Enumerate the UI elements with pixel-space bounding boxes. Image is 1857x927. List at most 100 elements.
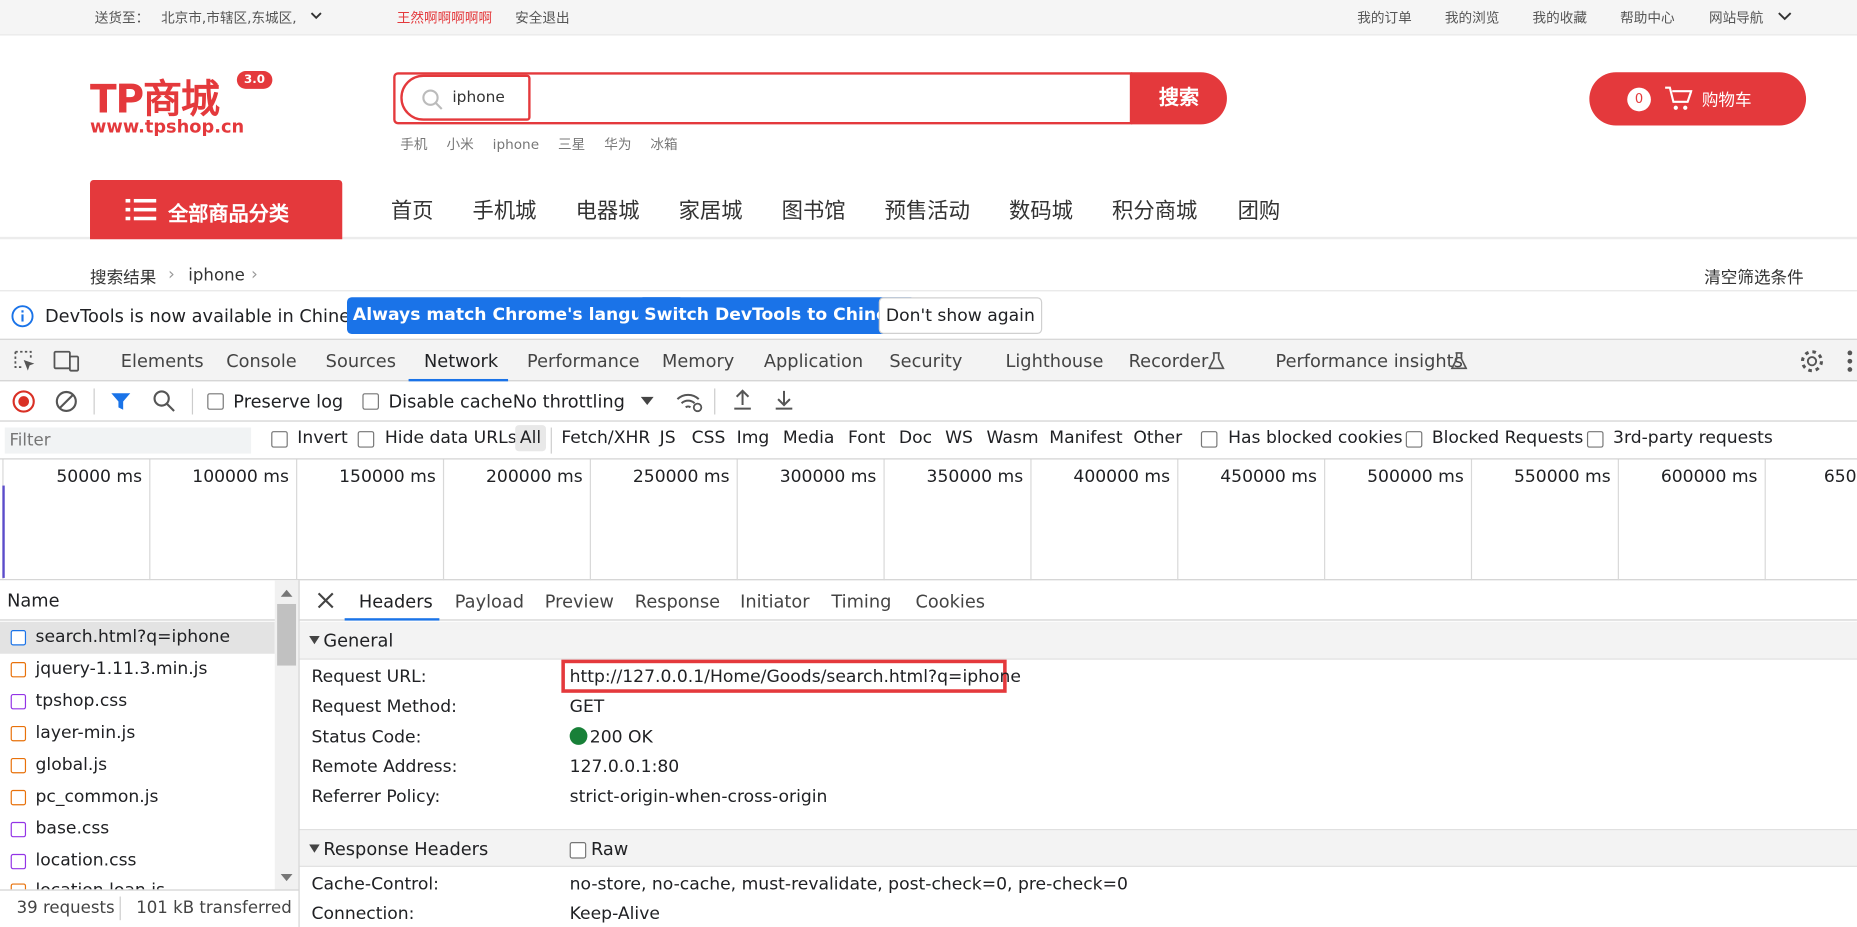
tab-performance-insights[interactable]: Performance insights [1275,351,1462,372]
tab-recorder[interactable]: Recorder [1129,351,1209,372]
cart-button[interactable]: 0 购物车 [1589,72,1807,126]
request-row[interactable]: search.html?q=iphone [0,621,275,654]
close-icon[interactable] [317,592,334,609]
network-overview-timeline[interactable]: 50000 ms 100000 ms 150000 ms 200000 ms 2… [0,459,1857,581]
tab-security[interactable]: Security [889,351,962,372]
request-row[interactable]: global.js [0,750,275,782]
clear-icon[interactable] [54,390,78,414]
blocked-cookies-checkbox[interactable] [1200,431,1218,448]
request-row[interactable]: location.css [0,846,275,878]
type-filter-font[interactable]: Font [848,429,885,448]
my-orders-link[interactable]: 我的订单 [1357,8,1411,27]
tab-console[interactable]: Console [226,351,297,372]
detail-tab-timing[interactable]: Timing [831,591,891,612]
match-language-button[interactable]: Always match Chrome's language [346,297,685,334]
device-toolbar-icon[interactable] [53,349,80,373]
nav-books[interactable]: 图书馆 [782,194,846,225]
dropdown-arrow-icon[interactable] [640,396,654,406]
logout-link[interactable]: 安全退出 [515,8,569,27]
nav-points-mall[interactable]: 积分商城 [1112,194,1197,225]
nav-digital[interactable]: 数码城 [1009,194,1073,225]
hide-data-urls-checkbox[interactable] [357,431,375,448]
tab-network[interactable]: Network [424,351,498,372]
detail-tab-cookies[interactable]: Cookies [915,591,985,612]
request-list-scrollbar[interactable] [274,580,299,890]
disable-cache-checkbox[interactable] [362,393,379,410]
breadcrumb-root[interactable]: 搜索结果 [90,265,156,289]
tab-memory[interactable]: Memory [662,351,734,372]
request-row[interactable]: layer-min.js [0,718,275,750]
breadcrumb-term[interactable]: iphone [188,266,244,285]
import-har-icon[interactable] [732,388,753,412]
request-list-header[interactable]: Name [0,580,299,621]
request-row[interactable]: jquery-1.11.3.min.js [0,654,275,686]
request-url-value[interactable]: http://127.0.0.1/Home/Goods/search.html?… [570,668,1021,687]
hotword-link[interactable]: 小米 [446,136,473,153]
site-nav-link[interactable]: 网站导航 [1709,8,1763,27]
scroll-down-icon[interactable] [280,874,293,882]
type-filter-ws[interactable]: WS [945,429,973,448]
tab-sources[interactable]: Sources [326,351,396,372]
my-favorites-link[interactable]: 我的收藏 [1532,8,1586,27]
hotword-link[interactable]: iphone [493,136,539,153]
type-filter-img[interactable]: Img [737,429,770,448]
search-button[interactable]: 搜索 [1131,72,1227,125]
response-headers-section-header[interactable]: Response Headers Raw [299,829,1857,867]
throttling-select[interactable]: No throttling [513,391,625,412]
export-har-icon[interactable] [773,388,794,412]
nav-phones[interactable]: 手机城 [473,194,537,225]
type-filter-doc[interactable]: Doc [899,429,932,448]
tab-elements[interactable]: Elements [121,351,204,372]
request-row[interactable]: pc_common.js [0,782,275,814]
invert-checkbox[interactable] [271,431,288,448]
scroll-up-icon[interactable] [280,589,293,597]
record-stop-icon[interactable] [12,390,36,414]
search-term-field[interactable]: iphone [400,74,531,121]
request-row[interactable]: base.css [0,814,275,846]
request-row[interactable]: tpshop.css [0,686,275,718]
hotword-link[interactable]: 三星 [558,136,585,153]
preserve-log-checkbox[interactable] [207,393,224,410]
type-filter-fetch-xhr[interactable]: Fetch/XHR [561,429,650,448]
filter-input[interactable] [4,427,252,454]
nav-home[interactable]: 首页 [391,194,434,225]
logo-url[interactable]: www.tpshop.cn [90,116,244,137]
nav-home-goods[interactable]: 家居城 [679,194,743,225]
scrollbar-thumb[interactable] [277,603,297,666]
hotword-link[interactable]: 华为 [604,136,631,153]
clear-filters-link[interactable]: 清空筛选条件 [1704,265,1803,289]
hotword-link[interactable]: 手机 [400,136,427,153]
type-filter-js[interactable]: JS [660,429,676,448]
general-section-header[interactable]: General [299,621,1857,660]
hotword-link[interactable]: 冰箱 [650,136,677,153]
chevron-down-icon[interactable] [310,12,322,21]
deliver-location[interactable]: 北京市,市辖区,东城区, [161,8,297,27]
type-filter-css[interactable]: CSS [692,429,726,448]
more-options-icon[interactable] [1846,349,1853,373]
detail-tab-response[interactable]: Response [635,591,720,612]
type-filter-wasm[interactable]: Wasm [987,429,1039,448]
network-conditions-icon[interactable] [675,390,703,414]
detail-tab-headers[interactable]: Headers [359,591,433,612]
third-party-checkbox[interactable] [1586,431,1604,448]
nav-appliances[interactable]: 电器城 [576,194,640,225]
nav-presale[interactable]: 预售活动 [885,194,970,225]
type-filter-manifest[interactable]: Manifest [1049,429,1122,448]
request-row-clipped[interactable]: location.loan.js [0,878,275,890]
switch-language-button[interactable]: Switch DevTools to Chinese [638,297,916,334]
all-categories-button[interactable]: 全部商品分类 [90,180,343,240]
blocked-requests-checkbox[interactable] [1405,431,1423,448]
username-link[interactable]: 王然啊啊啊啊啊 [397,8,492,27]
tab-performance[interactable]: Performance [527,351,640,372]
inspect-element-icon[interactable] [13,349,37,373]
settings-gear-icon[interactable] [1799,348,1825,374]
type-filter-all[interactable]: All [515,425,546,452]
nav-group-buy[interactable]: 团购 [1238,194,1281,225]
tab-application[interactable]: Application [764,351,863,372]
detail-tab-initiator[interactable]: Initiator [740,591,809,612]
name-column-header[interactable]: Name [7,590,59,611]
my-history-link[interactable]: 我的浏览 [1445,8,1499,27]
filter-icon[interactable] [110,391,131,412]
detail-tab-preview[interactable]: Preview [545,591,614,612]
type-filter-media[interactable]: Media [783,429,835,448]
